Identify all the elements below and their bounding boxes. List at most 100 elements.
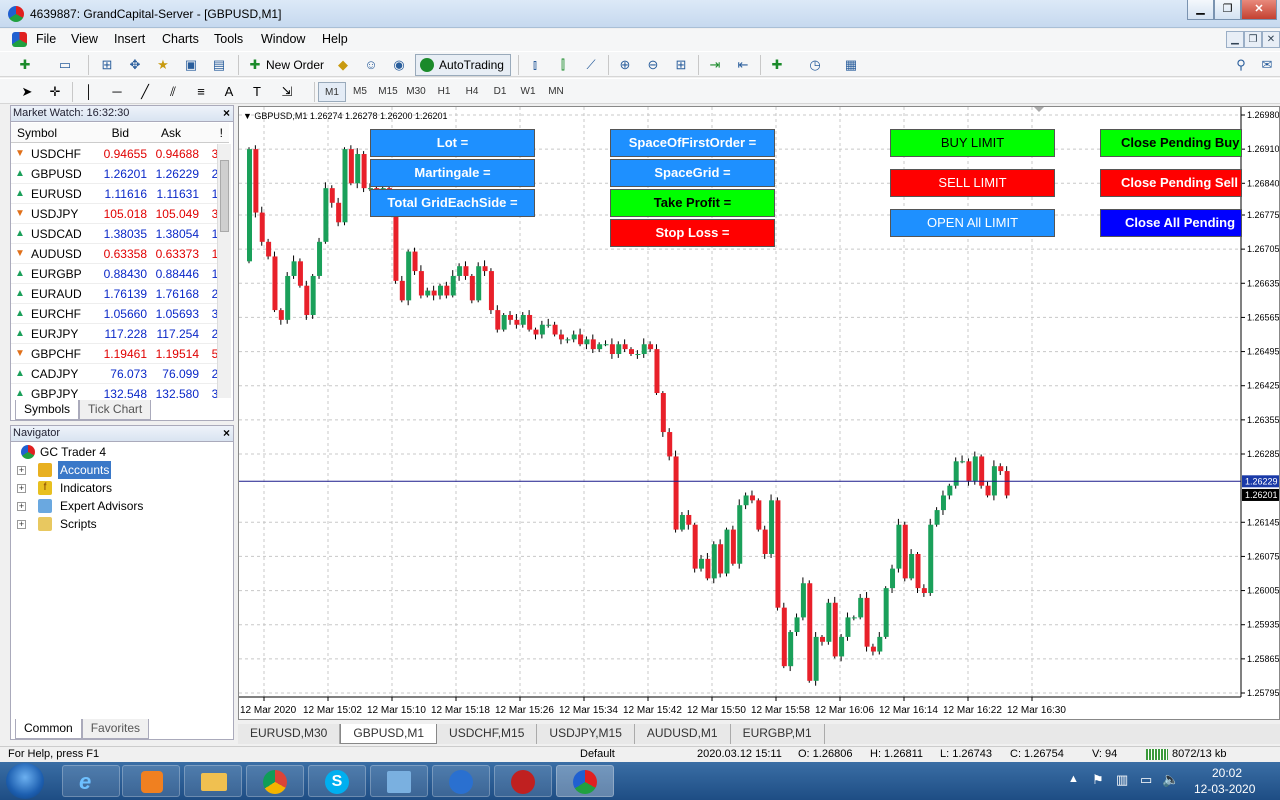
navigator-item-scripts[interactable]: + Scripts <box>11 515 211 533</box>
chart-tab[interactable]: EURGBP,M1 <box>731 724 825 744</box>
new-order-button[interactable]: New Order <box>266 58 324 72</box>
market-watch-row[interactable]: ▲USDCAD1.380351.3805419 <box>11 224 229 244</box>
tab-favorites[interactable]: Favorites <box>81 719 150 739</box>
total-grid-button[interactable]: Total GridEachSide = <box>370 189 535 217</box>
menu-window[interactable]: Window <box>261 32 305 46</box>
taskbar-ie-icon[interactable]: e <box>62 765 120 797</box>
market-watch-close-icon[interactable]: × <box>223 106 230 120</box>
timeframe-m5[interactable]: M5 <box>346 82 374 102</box>
market-watch-row[interactable]: ▼USDCHF0.946550.9468833 <box>11 144 229 164</box>
text-label-icon[interactable]: T <box>248 83 266 101</box>
data-window-icon[interactable]: ✥ <box>126 56 144 74</box>
line-chart-icon[interactable]: ⟋ <box>582 56 600 74</box>
minimize-button[interactable]: ▁ <box>1187 0 1214 20</box>
tab-tick-chart[interactable]: Tick Chart <box>79 400 152 420</box>
indicators-icon[interactable]: ✚ <box>768 56 786 74</box>
chart-tab[interactable]: USDJPY,M15 <box>537 724 635 744</box>
navigator-item-indicators[interactable]: + f Indicators <box>11 479 211 497</box>
market-watch-row[interactable]: ▲EURUSD1.116161.1163115 <box>11 184 229 204</box>
mdi-restore-button[interactable]: ❐ <box>1244 31 1262 48</box>
tray-network-icon[interactable]: ▥ <box>1116 772 1128 788</box>
market-watch-scrollbar[interactable] <box>217 144 231 398</box>
sell-limit-button[interactable]: SELL LIMIT <box>890 169 1055 197</box>
tray-volume-icon[interactable]: 🔈 <box>1162 771 1179 788</box>
market-watch-row[interactable]: ▼USDJPY105.018105.04931 <box>11 204 229 224</box>
close-all-pending-button[interactable]: Close All Pending <box>1100 209 1242 237</box>
signals-icon[interactable]: ◉ <box>390 56 408 74</box>
col-bid[interactable]: Bid <box>112 123 129 143</box>
fibonacci-icon[interactable]: ≡ <box>192 83 210 101</box>
new-chart-icon[interactable]: ✚ <box>16 56 34 74</box>
navigator-item-expert-advisors[interactable]: + Expert Advisors <box>11 497 211 515</box>
start-button[interactable] <box>6 763 44 799</box>
take-profit-button[interactable]: Take Profit = <box>610 189 775 217</box>
taskbar-gear-app-icon[interactable] <box>494 765 552 797</box>
timeframe-h1[interactable]: H1 <box>430 82 458 102</box>
chart-tab[interactable]: EURUSD,M30 <box>238 724 341 744</box>
taskbar-media-icon[interactable] <box>122 765 180 797</box>
strategy-tester-icon[interactable]: ▤ <box>210 56 228 74</box>
timeframe-h4[interactable]: H4 <box>458 82 486 102</box>
timeframe-w1[interactable]: W1 <box>514 82 542 102</box>
text-icon[interactable]: A <box>220 83 238 101</box>
taskbar-app-icon[interactable] <box>432 765 490 797</box>
space-grid-button[interactable]: SpaceGrid = <box>610 159 775 187</box>
horizontal-line-icon[interactable]: ─ <box>108 83 126 101</box>
stop-loss-button[interactable]: Stop Loss = <box>610 219 775 247</box>
scroll-thumb[interactable] <box>220 160 229 232</box>
profiles-icon[interactable]: ▭ <box>56 56 74 74</box>
navigator-root[interactable]: GC Trader 4 <box>11 443 211 461</box>
menu-help[interactable]: Help <box>322 32 348 46</box>
taskbar-control-panel-icon[interactable] <box>370 765 428 797</box>
tile-windows-icon[interactable]: ⊞ <box>672 56 690 74</box>
chart-window[interactable]: 12 Mar 2020 12 Mar 15:02 12 Mar 15:10 12 Ma… <box>238 106 1280 720</box>
taskbar-chrome-icon[interactable] <box>246 765 304 797</box>
market-watch-icon[interactable]: ⊞ <box>98 56 116 74</box>
market-watch-row[interactable]: ▲EURJPY117.228117.25426 <box>11 324 229 344</box>
mdi-close-button[interactable]: ✕ <box>1262 31 1280 48</box>
market-watch-row[interactable]: ▲CADJPY76.07376.09926 <box>11 364 229 384</box>
clock-time[interactable]: 20:02 <box>1212 766 1242 780</box>
zoom-in-icon[interactable]: ⊕ <box>616 56 634 74</box>
equidistant-channel-icon[interactable]: ⫽ <box>164 83 182 101</box>
taskbar-terminal-icon[interactable] <box>556 765 614 797</box>
timeframe-m30[interactable]: M30 <box>402 82 430 102</box>
navigator-icon[interactable]: ★ <box>154 56 172 74</box>
candlestick-icon[interactable]: ⫿ <box>554 56 572 74</box>
market-watch-row[interactable]: ▲EURCHF1.056601.0569333 <box>11 304 229 324</box>
vertical-line-icon[interactable]: │ <box>80 83 98 101</box>
arrows-icon[interactable]: ⇲ <box>278 83 296 101</box>
navigator-close-icon[interactable]: × <box>223 426 230 440</box>
bar-chart-icon[interactable]: ⫾ <box>526 56 544 74</box>
market-watch-row[interactable]: ▲GBPUSD1.262011.2622928 <box>11 164 229 184</box>
chart-tab[interactable]: GBPUSD,M1 <box>340 724 438 744</box>
tray-display-icon[interactable]: ▭ <box>1140 772 1152 788</box>
menu-view[interactable]: View <box>71 32 98 46</box>
market-watch-row[interactable]: ▼GBPCHF1.194611.1951453 <box>11 344 229 364</box>
search-icon[interactable]: ⚲ <box>1232 56 1250 74</box>
cursor-icon[interactable]: ➤ <box>18 83 36 101</box>
market-watch-row[interactable]: ▲GBPJPY132.548132.58032 <box>11 384 229 398</box>
space-first-order-button[interactable]: SpaceOfFirstOrder = <box>610 129 775 157</box>
chart-tab[interactable]: AUDUSD,M1 <box>635 724 731 744</box>
chat-icon[interactable]: ✉ <box>1258 56 1276 74</box>
trader-icon[interactable]: ☺ <box>362 56 380 74</box>
lot-button[interactable]: Lot = <box>370 129 535 157</box>
taskbar-explorer-icon[interactable] <box>184 765 242 797</box>
martingale-button[interactable]: Martingale = <box>370 159 535 187</box>
market-watch-row[interactable]: ▲EURAUD1.761391.7616829 <box>11 284 229 304</box>
timeframe-d1[interactable]: D1 <box>486 82 514 102</box>
chart-shift-icon[interactable]: ⇤ <box>734 56 752 74</box>
close-pending-buy-button[interactable]: Close Pending Buy <box>1100 129 1242 157</box>
close-pending-sell-button[interactable]: Close Pending Sell <box>1100 169 1242 197</box>
tray-flag-icon[interactable]: ⚑ <box>1092 772 1104 788</box>
clock-date[interactable]: 12-03-2020 <box>1194 782 1255 796</box>
col-ask[interactable]: Ask <box>161 123 181 143</box>
navigator-item-accounts[interactable]: + Accounts <box>11 461 211 479</box>
close-button[interactable]: ✕ <box>1241 0 1277 20</box>
terminal-icon[interactable]: ▣ <box>182 56 200 74</box>
timeframe-m1[interactable]: M1 <box>318 82 346 102</box>
taskbar-skype-icon[interactable]: S <box>308 765 366 797</box>
meta-editor-icon[interactable]: ◆ <box>334 56 352 74</box>
trendline-icon[interactable]: ╱ <box>136 83 154 101</box>
